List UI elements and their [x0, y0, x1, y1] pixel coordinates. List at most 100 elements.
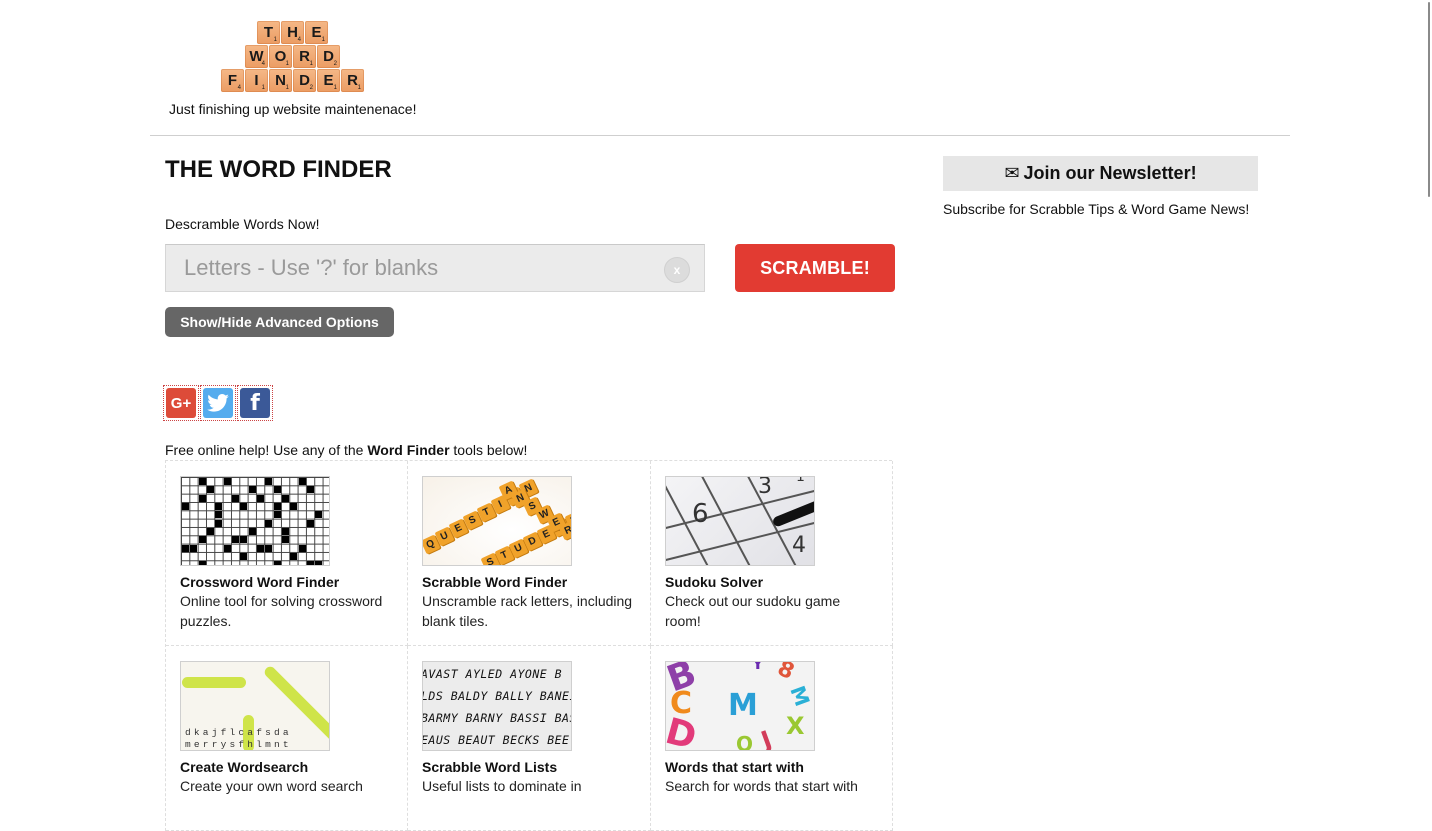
tool-title-link[interactable]: Scrabble Word Lists — [422, 758, 636, 776]
tools-grid: Crossword Word Finder Online tool for so… — [165, 460, 893, 831]
crossword-block — [215, 502, 223, 510]
tool-description: Unscramble rack letters, including blank… — [422, 593, 633, 629]
crossword-block — [198, 494, 206, 502]
sudoku-thumbnail[interactable]: 6 3 4 1 — [665, 476, 815, 566]
word-list-row: AVAST AYLED AYONE B — [422, 667, 563, 681]
tool-title-link[interactable]: Scrabble Word Finder — [422, 573, 636, 591]
crossword-block — [265, 478, 273, 485]
tool-card-scrabble[interactable]: QUESTIONSTUDENTANSWER Scrabble Word Find… — [408, 461, 651, 646]
tool-card-starts-with[interactable]: B C D M 8 M X J Y O Words that start wit… — [651, 646, 893, 831]
crossword-block — [248, 486, 256, 494]
letters-thumbnail[interactable]: B C D M 8 M X J Y O — [665, 661, 815, 751]
tool-title-link[interactable]: Words that start with — [665, 758, 878, 776]
newsletter-title: Join our Newsletter! — [1023, 163, 1197, 183]
crossword-block — [206, 527, 214, 535]
descramble-label: Descramble Words Now! — [165, 216, 320, 232]
crossword-block — [198, 561, 206, 565]
crossword-block — [240, 536, 248, 544]
twitter-icon — [203, 388, 233, 418]
header-divider — [150, 135, 1290, 136]
sudoku-digit: 6 — [692, 499, 709, 529]
scramble-button[interactable]: SCRAMBLE! — [735, 244, 895, 292]
logo-tile: I1 — [245, 69, 268, 92]
wordsearch-row: dkajflcafsda — [185, 726, 292, 738]
tool-title-link[interactable]: Create Wordsearch — [180, 758, 393, 776]
social-share-bar: G+ f — [163, 385, 273, 421]
tools-intro: Free online help! Use any of the Word Fi… — [165, 442, 527, 458]
crossword-block — [182, 502, 189, 510]
tool-description: Create your own word search — [180, 778, 363, 794]
wordsearch-thumbnail[interactable]: dkajflcafsdamerrysfhlmntfpuyrvrorqoamzxf… — [180, 661, 330, 751]
crossword-block — [281, 527, 289, 535]
crossword-block — [315, 561, 323, 565]
tool-card-crossword[interactable]: Crossword Word Finder Online tool for so… — [166, 461, 408, 646]
tool-card-word-lists[interactable]: AVAST AYLED AYONE B LDS BALDY BALLY BANEI… — [408, 646, 651, 831]
page-title: THE WORD FINDER — [165, 156, 392, 183]
envelope-icon: ✉ — [1004, 163, 1020, 184]
tool-title-link[interactable]: Crossword Word Finder — [180, 573, 393, 591]
crossword-block — [290, 552, 298, 560]
crossword-block — [273, 486, 281, 494]
sudoku-digit: 3 — [758, 476, 772, 499]
tool-title-link[interactable]: Sudoku Solver — [665, 573, 878, 591]
crossword-block — [273, 561, 281, 565]
crossword-block — [306, 561, 314, 565]
tool-description: Search for words that start with — [665, 778, 858, 794]
crossword-block — [306, 519, 314, 527]
logo-tile: F4 — [221, 69, 244, 92]
newsletter-signup-button[interactable]: ✉ Join our Newsletter! — [943, 156, 1258, 191]
crossword-block — [306, 486, 314, 494]
page-scrollbar[interactable] — [1426, 0, 1432, 197]
scrabble-thumbnail[interactable]: QUESTIONSTUDENTANSWER — [422, 476, 572, 566]
site-logo[interactable]: T1H4E1W4O1R1D2F4I1N1D2E1R1 — [221, 21, 365, 93]
crossword-block — [223, 478, 231, 485]
tool-description: Useful lists to dominate in — [422, 778, 582, 794]
crossword-block — [265, 544, 273, 552]
crossword-block — [215, 519, 223, 527]
crossword-block — [281, 494, 289, 502]
intro-text: Free online help! Use any of the — [165, 442, 368, 458]
advanced-options-toggle[interactable]: Show/Hide Advanced Options — [165, 307, 394, 337]
letters-input[interactable] — [166, 245, 704, 291]
crossword-thumbnail[interactable] — [180, 476, 330, 566]
site-header: T1H4E1W4O1R1D2F4I1N1D2E1R1 Just finishin… — [150, 0, 1290, 136]
facebook-share-button[interactable]: f — [237, 385, 273, 421]
clear-input-button[interactable]: x — [664, 257, 690, 283]
facebook-icon: f — [240, 388, 270, 418]
logo-row: W4O1R1D2 — [245, 45, 340, 68]
crossword-block — [231, 536, 239, 544]
crossword-block — [273, 502, 281, 510]
logo-row: T1H4E1 — [257, 21, 328, 44]
crossword-block — [206, 486, 214, 494]
wordsearch-row: merrysfhlmnt — [185, 739, 292, 750]
scrollbar-thumb[interactable] — [1428, 2, 1430, 197]
word-list-row: LDS BALDY BALLY BANEI — [422, 689, 572, 703]
crossword-block — [281, 536, 289, 544]
tool-card-wordsearch[interactable]: dkajflcafsdamerrysfhlmntfpuyrvrorqoamzxf… — [166, 646, 408, 831]
logo-tile: T1 — [257, 21, 280, 44]
crossword-block — [273, 511, 281, 519]
logo-tile: E1 — [317, 69, 340, 92]
crossword-block — [223, 544, 231, 552]
logo-tile: W4 — [245, 45, 268, 68]
logo-tile: E1 — [305, 21, 328, 44]
tool-card-sudoku[interactable]: 6 3 4 1 Sudoku Solver Check out our sudo… — [651, 461, 893, 646]
word-list-row: BARMY BARNY BASSI BAS — [422, 711, 572, 725]
crossword-block — [265, 519, 273, 527]
crossword-block — [198, 536, 206, 544]
crossword-block — [215, 511, 223, 519]
twitter-share-button[interactable] — [200, 385, 236, 421]
google-plus-share-button[interactable]: G+ — [163, 385, 199, 421]
google-plus-icon: G+ — [166, 388, 196, 418]
word-list-thumbnail[interactable]: AVAST AYLED AYONE B LDS BALDY BALLY BANEI… — [422, 661, 572, 751]
newsletter-subtitle: Subscribe for Scrabble Tips & Word Game … — [943, 201, 1250, 217]
sudoku-digit: 1 — [796, 476, 805, 485]
crossword-block — [248, 527, 256, 535]
highlight-merry — [182, 677, 246, 688]
intro-text-end: tools below! — [449, 442, 528, 458]
maintenance-tagline: Just finishing up website maintenenace! — [169, 101, 417, 117]
crossword-block — [182, 544, 189, 552]
crossword-block — [240, 502, 248, 510]
crossword-block — [290, 502, 298, 510]
logo-tile: O1 — [269, 45, 292, 68]
